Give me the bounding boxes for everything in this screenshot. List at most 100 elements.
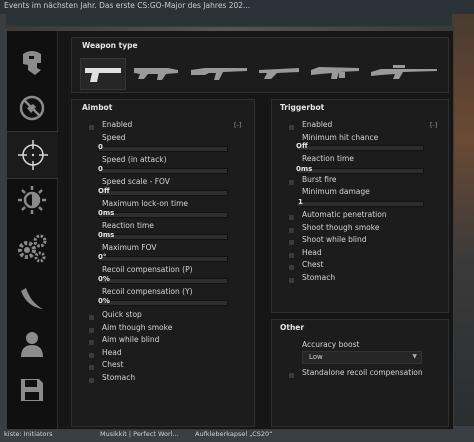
tab-players[interactable] xyxy=(7,321,57,367)
aimbot-slider[interactable] xyxy=(98,300,228,306)
triggerbot-option-checkbox[interactable] xyxy=(288,239,295,246)
weapon-smg[interactable] xyxy=(130,58,182,88)
aimbot-option-checkbox[interactable] xyxy=(88,364,95,371)
aimbot-title: Aimbot xyxy=(82,103,113,112)
aimbot-option-label: Aim while blind xyxy=(102,335,160,344)
other-title: Other xyxy=(280,323,305,332)
aimbot-slider[interactable] xyxy=(98,212,228,218)
triggerbot-keybind[interactable]: [-] xyxy=(430,121,437,129)
triggerbot-option-label: Shoot while blind xyxy=(302,235,367,244)
weapon-pistol[interactable] xyxy=(80,58,126,90)
knife-icon xyxy=(21,288,43,309)
aimbot-slider-value: Off xyxy=(98,187,110,195)
aimbot-slider-label: Maximum lock-on time xyxy=(102,199,188,208)
aimbot-option-label: Chest xyxy=(102,360,124,369)
weapon-shotgun[interactable] xyxy=(256,58,302,88)
min-damage-slider[interactable] xyxy=(296,201,424,207)
tab-config[interactable] xyxy=(7,367,57,413)
aimbot-slider-value: 0ms xyxy=(98,209,115,217)
inventory-item: kiste: Initiators xyxy=(4,430,53,438)
min-damage-label: Minimum damage xyxy=(302,187,370,196)
triggerbot-option-checkbox[interactable] xyxy=(288,264,295,271)
burst-fire-checkbox[interactable] xyxy=(288,179,295,186)
accuracy-boost-select[interactable]: Low ▼ xyxy=(302,351,422,364)
triggerbot-option-label: Head xyxy=(302,247,322,257)
standalone-rcs-label: Standalone recoil compensation xyxy=(302,368,423,377)
pistol-icon xyxy=(85,68,121,82)
aimbot-slider[interactable] xyxy=(98,190,228,196)
burst-fire-label: Burst fire xyxy=(302,175,337,184)
weapon-type-title: Weapon type xyxy=(82,41,138,50)
triggerbot-option-checkbox[interactable] xyxy=(288,226,295,234)
tab-misc[interactable] xyxy=(7,225,57,271)
standalone-rcs-checkbox[interactable] xyxy=(288,372,295,379)
aimbot-slider-label: Maximum FOV xyxy=(102,243,157,252)
weapon-type-group: Weapon type xyxy=(71,37,449,93)
min-hit-chance-slider[interactable] xyxy=(296,145,424,151)
sidebar xyxy=(7,31,58,429)
menu-top-bar xyxy=(7,27,453,31)
min-damage-value: 1 xyxy=(298,198,303,206)
triggerbot-option-label: Automatic penetration xyxy=(302,210,387,219)
player-icon xyxy=(21,332,43,357)
weapon-rifle[interactable] xyxy=(188,58,250,88)
tab-visuals[interactable] xyxy=(7,177,57,223)
aimbot-slider[interactable] xyxy=(98,234,228,240)
aimbot-slider-value: 0° xyxy=(98,253,107,261)
triggerbot-enabled-label: Enabled xyxy=(302,120,333,129)
aimbot-option-label: Aim though smoke xyxy=(102,322,173,332)
inventory-item: Musikkit | Perfect Worl... xyxy=(100,430,179,438)
accuracy-boost-label: Accuracy boost xyxy=(302,340,360,349)
shotgun-icon xyxy=(259,68,299,79)
min-hit-chance-value: Off xyxy=(296,142,308,150)
crosshair-icon xyxy=(17,140,48,170)
aimbot-slider[interactable] xyxy=(98,256,228,262)
tab-legitbot[interactable] xyxy=(7,131,58,179)
inventory-item: Aufkleberkapsel „CS20“ xyxy=(195,430,273,438)
aimbot-option-checkbox[interactable] xyxy=(88,376,95,384)
chevron-down-icon: ▼ xyxy=(412,353,417,360)
aimbot-slider[interactable] xyxy=(98,278,228,284)
triggerbot-option-checkbox[interactable] xyxy=(288,276,295,284)
aimbot-option-checkbox[interactable] xyxy=(88,339,95,346)
triggerbot-title: Triggerbot xyxy=(280,103,325,112)
aimbot-option-checkbox[interactable] xyxy=(88,326,95,334)
aimbot-slider-value: 0% xyxy=(98,275,110,283)
sniper-icon xyxy=(371,65,437,79)
aimbot-slider-value: 0 xyxy=(98,143,103,151)
aimbot-slider-value: 0 xyxy=(98,165,103,173)
trigger-reaction-time-slider[interactable] xyxy=(296,168,424,174)
trigger-reaction-time-label: Reaction time xyxy=(302,154,354,163)
aimbot-option-checkbox[interactable] xyxy=(88,351,95,359)
tab-skins[interactable] xyxy=(7,275,57,321)
aimbot-option-label: Quick stop xyxy=(102,310,142,319)
aimbot-slider-value: 0% xyxy=(98,297,110,305)
aimbot-slider-value: 0ms xyxy=(98,231,115,239)
machinegun-icon xyxy=(311,67,359,79)
triggerbot-option-label: Chest xyxy=(302,260,324,269)
aimbot-option-label: Head xyxy=(102,347,122,357)
other-group: Other Accuracy boost Low ▼ Standalone re… xyxy=(271,319,449,427)
aimbot-keybind[interactable]: [-] xyxy=(234,121,241,129)
aimbot-enabled-checkbox[interactable] xyxy=(88,124,95,131)
aimbot-option-label: Stomach xyxy=(102,372,136,382)
aimbot-slider[interactable] xyxy=(98,146,228,152)
triggerbot-option-checkbox[interactable] xyxy=(288,251,295,259)
antiaim-icon xyxy=(19,95,45,121)
min-hit-chance-label: Minimum hit chance xyxy=(302,133,379,142)
aimbot-group: Aimbot Enabled [-] Speed 0 Speed (in attac… xyxy=(71,99,255,427)
weapon-sniper[interactable] xyxy=(368,58,440,88)
tab-antiaim[interactable] xyxy=(7,85,57,131)
news-ticker-bar: Events im nächsten Jahr. Das erste CS:GO… xyxy=(0,0,474,14)
aimbot-option-checkbox[interactable] xyxy=(88,314,95,321)
trigger-reaction-time-value: 0ms xyxy=(296,165,313,173)
aimbot-slider[interactable] xyxy=(98,168,228,174)
aimbot-slider-label: Speed xyxy=(102,133,126,142)
tab-ragebot[interactable] xyxy=(7,39,57,85)
aimbot-slider-label: Recoil compensation (Y) xyxy=(102,287,193,296)
triggerbot-enabled-checkbox[interactable] xyxy=(288,124,295,131)
visuals-sun-icon xyxy=(18,186,46,214)
weapon-machinegun[interactable] xyxy=(308,58,362,88)
triggerbot-option-checkbox[interactable] xyxy=(288,214,295,221)
aimbot-slider-label: Speed (in attack) xyxy=(102,155,167,164)
